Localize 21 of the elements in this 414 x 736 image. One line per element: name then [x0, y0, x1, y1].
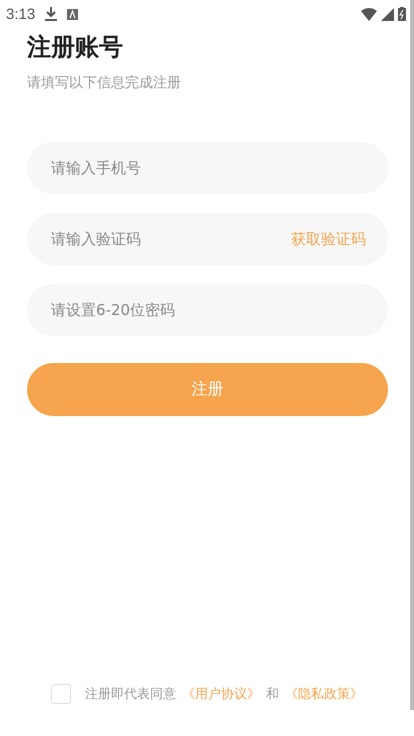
status-time: 3:13 — [6, 6, 36, 22]
text-input[interactable]: 请输入验证码 — [49, 229, 291, 249]
input-field[interactable]: 请输入验证码 获取验证码 — [27, 213, 388, 265]
text-input[interactable]: 请设置6-20位密码 — [49, 300, 366, 320]
privacy-policy-link[interactable]: 《隐私政策》 — [285, 685, 363, 703]
agreement-text: 注册即代表同意 — [85, 686, 176, 703]
user-agreement-link[interactable]: 《用户协议》 — [182, 685, 260, 703]
page-subtitle: 请填写以下信息完成注册 — [27, 74, 182, 92]
battery-icon — [398, 7, 406, 21]
agree-checkbox[interactable] — [51, 684, 71, 704]
get-code-button[interactable]: 获取验证码 — [291, 230, 366, 248]
input-field[interactable]: 请输入手机号 — [27, 142, 388, 194]
input-field[interactable]: 请设置6-20位密码 — [27, 284, 388, 336]
page-title: 注册账号 — [27, 32, 124, 63]
app-notification-icon — [67, 8, 78, 20]
wifi-icon — [361, 8, 377, 20]
download-icon — [45, 7, 58, 21]
signal-icon — [381, 8, 394, 20]
conjunction-text: 和 — [266, 686, 279, 703]
text-input[interactable]: 请输入手机号 — [49, 158, 366, 178]
register-button[interactable]: 注册 — [27, 363, 388, 416]
